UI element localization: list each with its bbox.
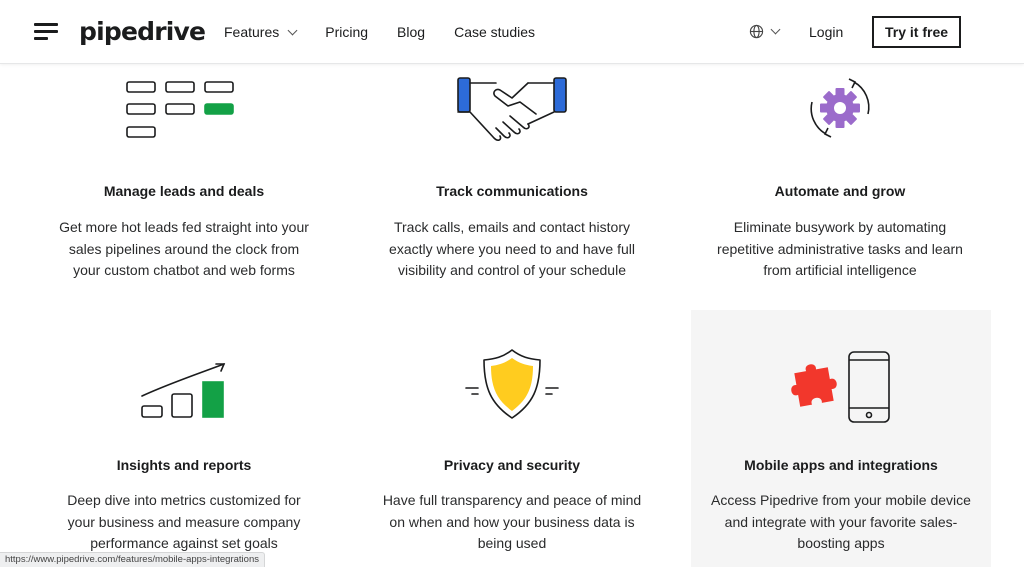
login-link[interactable]: Login xyxy=(809,24,843,40)
feature-card-automate[interactable]: Automate and grow Eliminate busywork by … xyxy=(690,64,990,310)
status-bar-url: https://www.pipedrive.com/features/mobil… xyxy=(0,552,265,567)
pipeline-icon xyxy=(126,81,234,138)
site-header: pipedrive Features Pricing Blog Case stu… xyxy=(0,0,1024,64)
menu-icon[interactable] xyxy=(34,23,58,41)
feature-card-insights[interactable]: Insights and reports Deep dive into metr… xyxy=(34,310,334,567)
feature-description: Have full transparency and peace of mind… xyxy=(382,492,642,551)
feature-title: Track communications xyxy=(436,183,588,199)
shield-icon xyxy=(465,349,559,419)
feature-title: Insights and reports xyxy=(116,457,252,473)
growth-chart-icon xyxy=(141,363,226,418)
feature-card-mobile[interactable]: Mobile apps and integrations Access Pipe… xyxy=(691,310,991,567)
globe-icon xyxy=(749,24,764,39)
feature-title: Mobile apps and integrations xyxy=(744,457,938,473)
nav-case-studies[interactable]: Case studies xyxy=(454,24,535,40)
feature-description: Track calls, emails and contact history … xyxy=(389,219,635,278)
nav-pricing[interactable]: Pricing xyxy=(325,24,368,40)
feature-card-privacy[interactable]: Privacy and security Have full transpare… xyxy=(362,310,662,567)
gear-cycle-icon xyxy=(810,78,870,138)
nav-features[interactable]: Features xyxy=(224,24,298,40)
try-it-free-button[interactable]: Try it free xyxy=(872,16,961,48)
feature-description: Get more hot leads fed straight into you… xyxy=(59,219,309,278)
feature-title: Manage leads and deals xyxy=(103,183,265,199)
feature-card-communications[interactable]: Track communications Track calls, emails… xyxy=(362,64,662,310)
feature-card-leads[interactable]: Manage leads and deals Get more hot lead… xyxy=(34,64,334,310)
feature-description: Access Pipedrive from your mobile device… xyxy=(711,492,971,551)
handshake-icon xyxy=(457,77,567,141)
pipedrive-logo[interactable]: pipedrive xyxy=(79,17,206,46)
chevron-down-icon xyxy=(770,24,781,35)
feature-title: Automate and grow xyxy=(774,183,906,199)
feature-description: Eliminate busywork by automating repetit… xyxy=(717,219,963,278)
chevron-down-icon xyxy=(287,25,298,35)
nav-features-label: Features xyxy=(224,24,280,40)
language-selector[interactable] xyxy=(749,24,781,39)
nav-blog[interactable]: Blog xyxy=(397,24,425,40)
main-nav: Features Pricing Blog Case studies xyxy=(224,24,564,40)
feature-description: Deep dive into metrics customized for yo… xyxy=(67,492,301,551)
puzzle-phone-icon xyxy=(791,351,890,423)
feature-title: Privacy and security xyxy=(443,457,581,473)
